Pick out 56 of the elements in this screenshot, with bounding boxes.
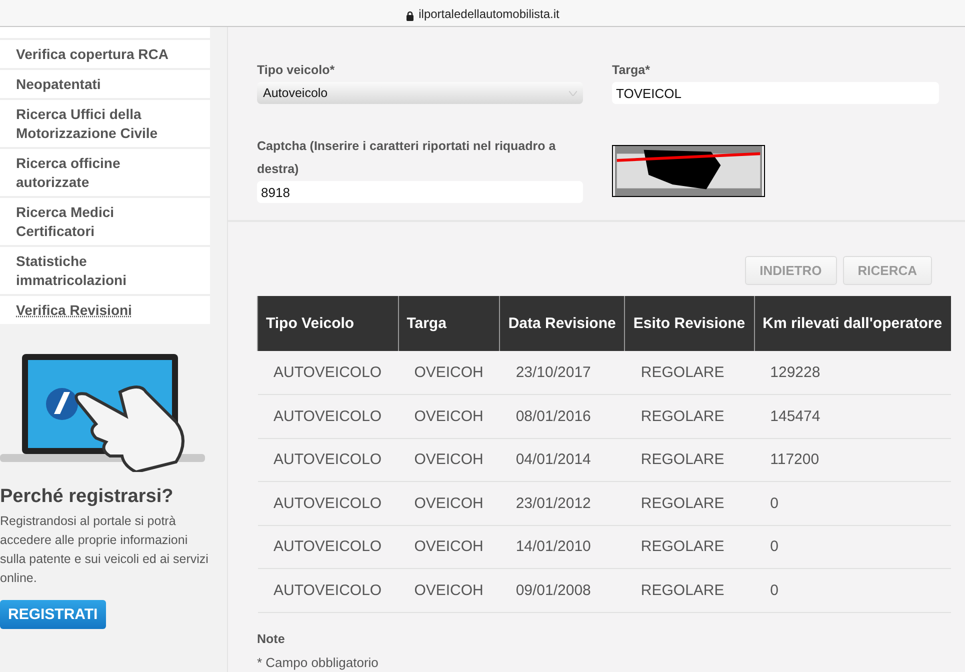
table-cell: 09/01/2008: [500, 568, 625, 612]
table-cell: 14/01/2010: [500, 525, 625, 568]
notes-text: * Campo obbligatorio: [257, 654, 380, 670]
table-cell: REGOLARE: [624, 438, 754, 482]
field-label: Captcha (Inserire i caratteri riportati nel riquadro a destra): [257, 138, 557, 178]
field-label: Tipo veicolo*: [257, 62, 336, 79]
table-cell: OVEICOH: [398, 394, 500, 438]
sidebar-item[interactable]: Ricerca officine autorizzate: [0, 147, 210, 196]
table-cell: 145474: [754, 394, 951, 438]
sidebar-item[interactable]: Verifica Revisioni: [0, 294, 210, 324]
table-cell: AUTOVEICOLO: [258, 351, 398, 394]
table-cell: 23/01/2012: [500, 482, 625, 525]
sidebar-item[interactable]: Statistiche immatricolazioni: [0, 245, 210, 294]
sidebar-item[interactable]: Neopatentati: [0, 68, 210, 98]
table-cell: OVEICOH: [398, 525, 500, 568]
table-cell: 08/01/2016: [500, 394, 625, 438]
sidebar-item[interactable]: Ricerca Uffici della Motorizzazione Civile: [0, 98, 210, 147]
table-cell: 23/10/2017: [500, 351, 625, 394]
vehicle-type-select[interactable]: Autoveicolo: [257, 82, 583, 104]
register-button[interactable]: REGISTRATI: [0, 600, 106, 629]
table-cell: OVEICOH: [398, 438, 500, 482]
sidebar-item[interactable]: Ricerca Medici Certificatori: [0, 196, 210, 245]
table-cell: OVEICOH: [398, 351, 500, 394]
table-cell: 04/01/2014: [500, 438, 625, 482]
column-header: Data Revisione: [500, 296, 625, 351]
field-label: Targa*: [612, 62, 651, 79]
notes-title: Note: [257, 632, 286, 646]
url-text[interactable]: ilportaledellautomobilista.it: [418, 7, 560, 21]
table-cell: REGOLARE: [624, 568, 754, 612]
plate-input[interactable]: TOVEICOL: [612, 82, 939, 104]
column-header: Tipo Veicolo: [258, 296, 398, 351]
table-cell: 0: [754, 568, 951, 612]
table-cell: REGOLARE: [624, 482, 754, 525]
column-header: Esito Revisione: [624, 296, 754, 351]
lock-icon: [406, 11, 414, 21]
table-cell: AUTOVEICOLO: [258, 438, 398, 482]
column-header: Km rilevati dall'operatore: [754, 296, 951, 351]
sidebar-item[interactable]: Verifica copertura RCA: [0, 38, 210, 68]
table-cell: AUTOVEICOLO: [258, 568, 398, 612]
table-cell: AUTOVEICOLO: [258, 525, 398, 568]
table-cell: AUTOVEICOLO: [258, 394, 398, 438]
table-cell: 0: [754, 525, 951, 568]
promo-text: Registrandosi al portale si potrà accedere alle proprie informazioni sulla patente e sui veicoli ed ai servizi online.: [0, 513, 210, 587]
promo-title: Perché registrarsi?: [0, 486, 174, 508]
table-cell: 129228: [754, 351, 951, 394]
captcha-input[interactable]: 8918: [257, 181, 583, 203]
table-cell: REGOLARE: [624, 525, 754, 568]
table-cell: AUTOVEICOLO: [258, 482, 398, 525]
column-header: Targa: [398, 296, 500, 351]
table-cell: 0: [754, 482, 951, 525]
table-cell: OVEICOH: [398, 482, 500, 525]
table-cell: 117200: [754, 438, 951, 482]
table-cell: REGOLARE: [624, 351, 754, 394]
chevron-down-icon: [569, 90, 577, 96]
table-cell: OVEICOH: [398, 568, 500, 612]
table-cell: REGOLARE: [624, 394, 754, 438]
